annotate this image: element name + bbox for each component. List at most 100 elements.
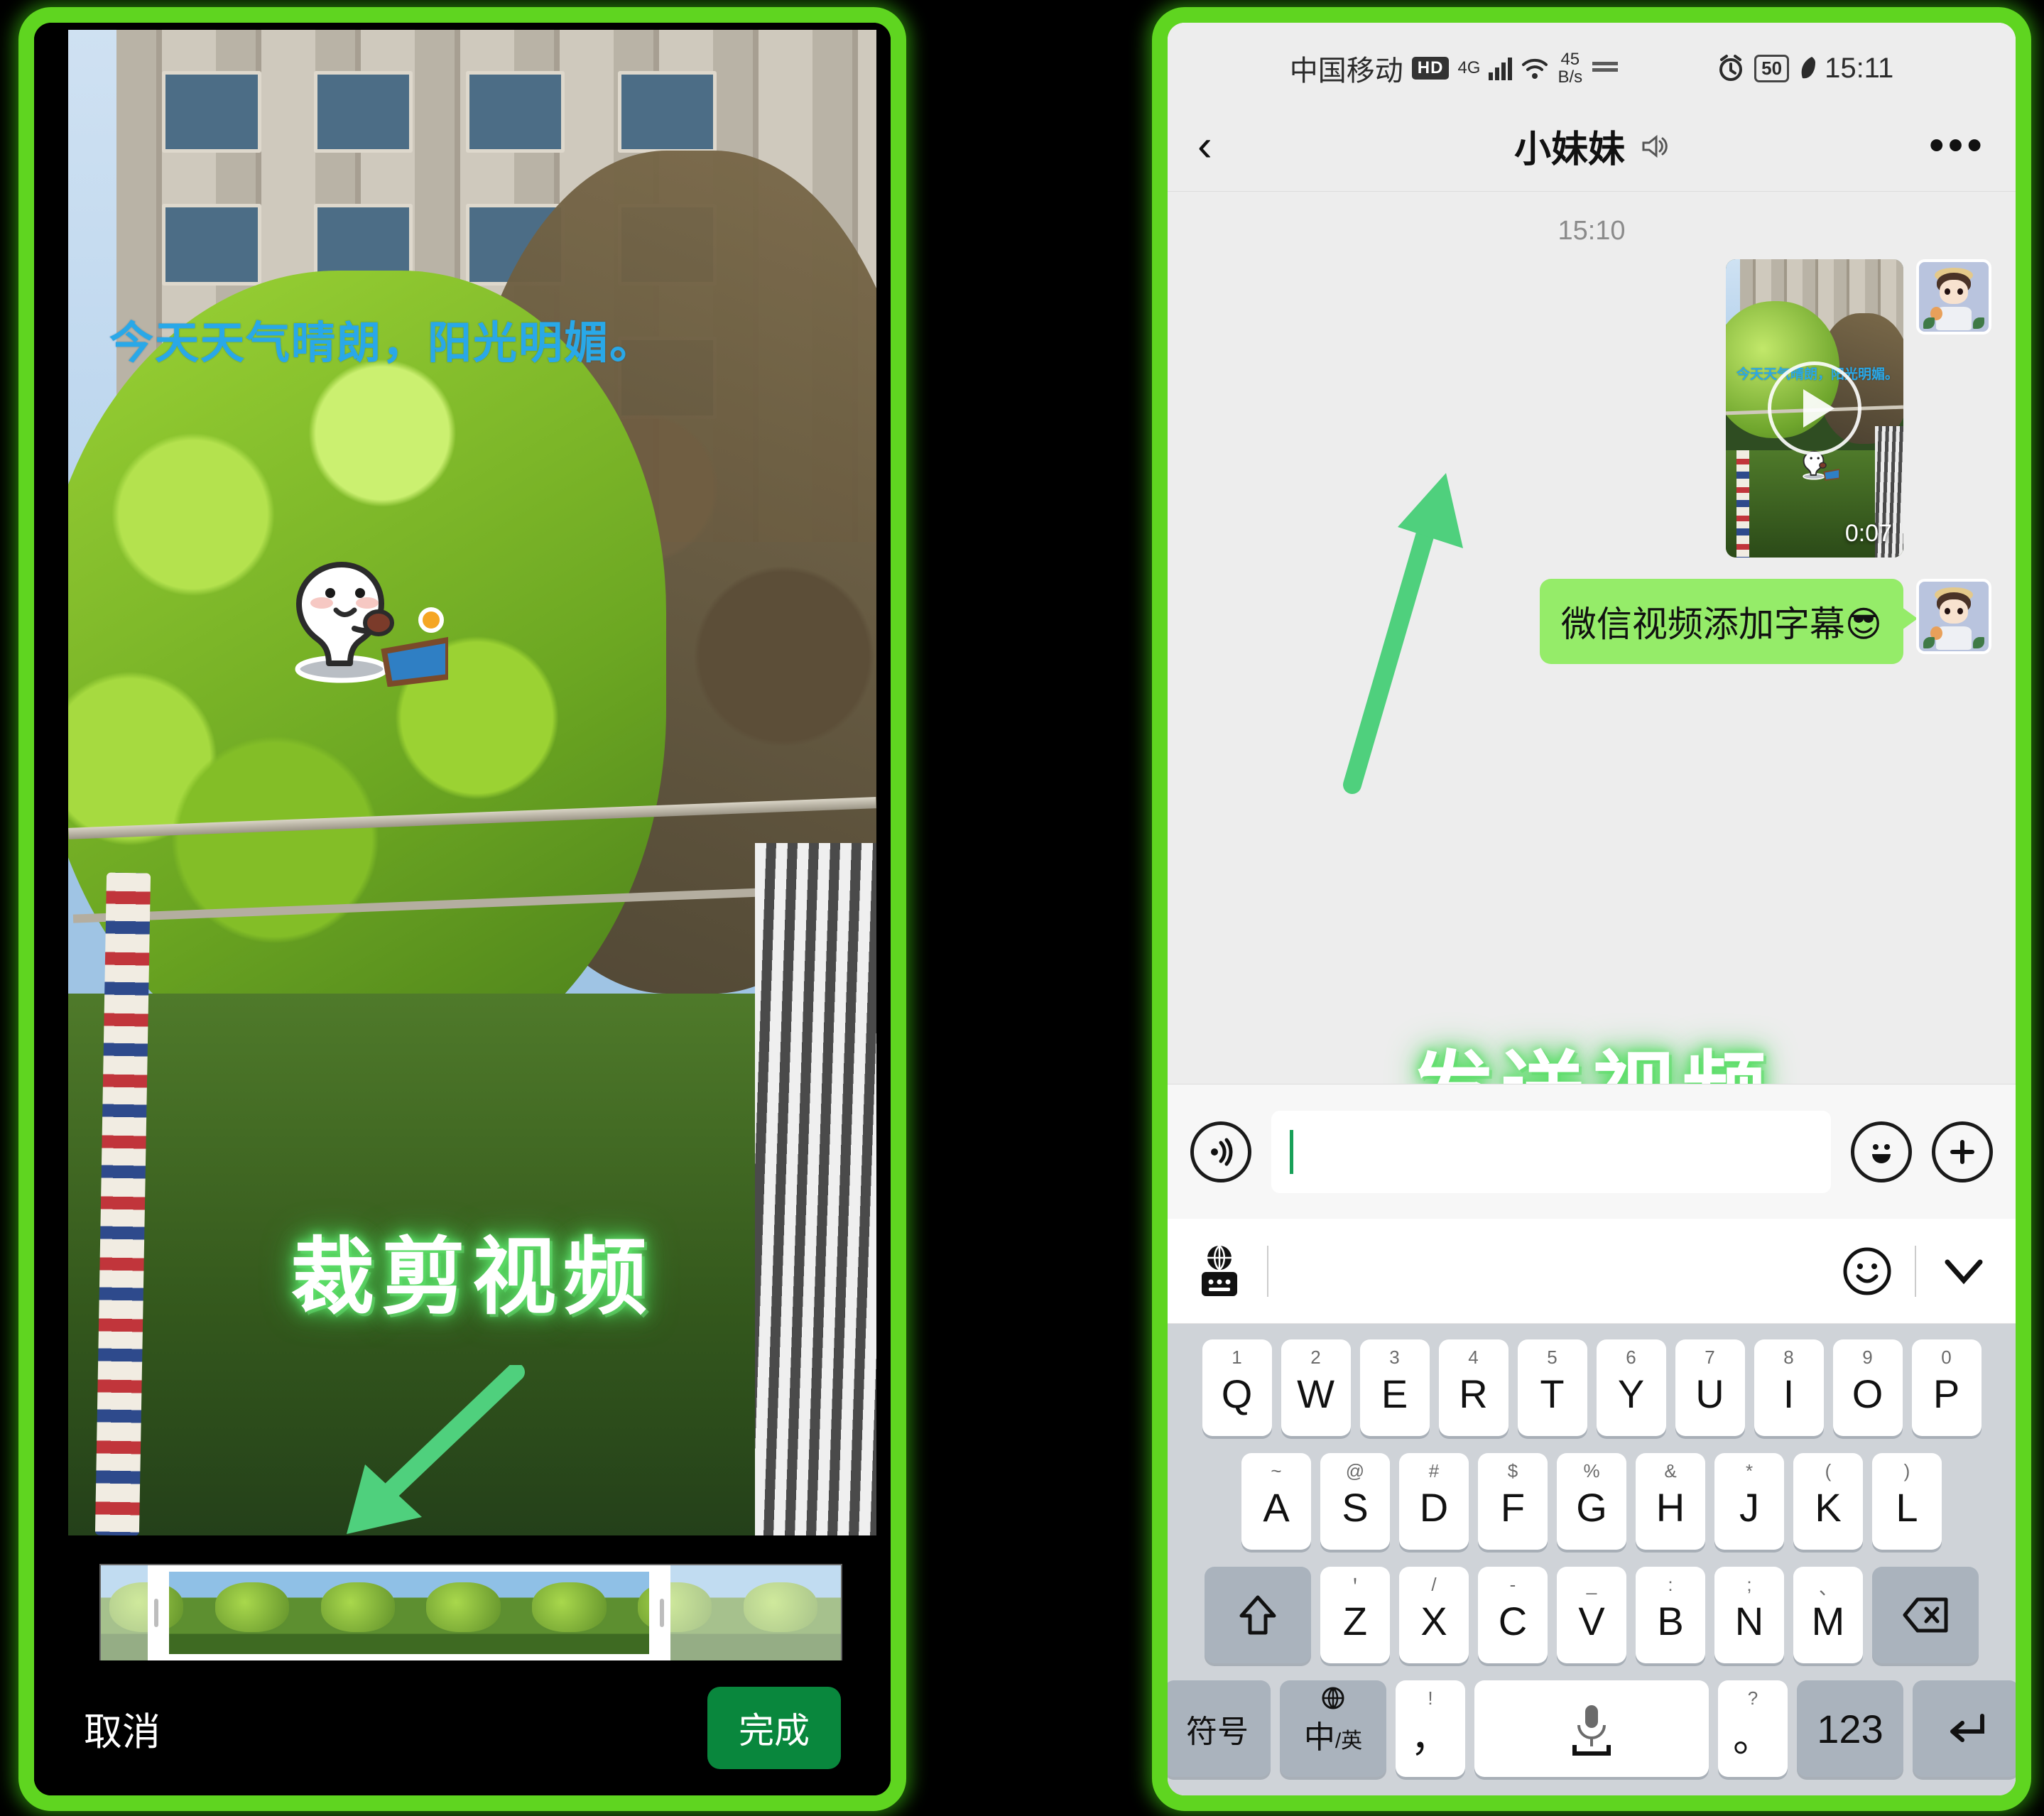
key-M[interactable]: 、 M: [1793, 1567, 1863, 1663]
speed-unit: B/s: [1558, 67, 1583, 87]
key-A[interactable]: ~ A: [1241, 1453, 1311, 1550]
key-S[interactable]: @ S: [1320, 1453, 1390, 1550]
key-D[interactable]: # D: [1399, 1453, 1469, 1550]
period-key[interactable]: ? 。: [1718, 1680, 1788, 1777]
key-V[interactable]: _ V: [1557, 1567, 1626, 1663]
language-toggle-key[interactable]: 中/英: [1280, 1680, 1386, 1777]
signal-bars-icon: [1489, 56, 1513, 80]
chevron-down-icon[interactable]: [1937, 1252, 1990, 1290]
window: [162, 70, 261, 153]
key-label: E: [1381, 1371, 1408, 1416]
key-U[interactable]: 7U: [1675, 1339, 1745, 1436]
key-superscript: ~: [1271, 1460, 1282, 1481]
symbol-key[interactable]: 符号: [1168, 1680, 1271, 1777]
key-superscript: &: [1664, 1460, 1677, 1481]
video-trim-timeline[interactable]: [99, 1564, 842, 1662]
emoji-smile-icon[interactable]: [1851, 1121, 1912, 1182]
play-icon[interactable]: [1768, 361, 1861, 455]
key-C[interactable]: -C: [1478, 1567, 1548, 1663]
key-W[interactable]: 2W: [1281, 1339, 1351, 1436]
key-X[interactable]: / X: [1399, 1567, 1469, 1663]
key-K[interactable]: (K: [1793, 1453, 1863, 1550]
key-superscript: 2: [1310, 1347, 1321, 1368]
key-I[interactable]: 8I: [1754, 1339, 1824, 1436]
key-superscript: %: [1583, 1460, 1600, 1481]
key-N[interactable]: ; N: [1714, 1567, 1784, 1663]
comma-key[interactable]: ! ，: [1396, 1680, 1465, 1777]
chat-message-list[interactable]: 15:10 今天天气晴朗，阳光明媚。 0:07 微信视频添加字幕😎: [1168, 192, 2016, 1084]
more-horizontal-icon[interactable]: •••: [1929, 124, 1986, 167]
key-J[interactable]: * J: [1714, 1453, 1784, 1550]
screenshot-stage: 今天天气晴朗，阳光明媚。 裁剪视频 取消 完成 中国移动 HD 4G 45 B/…: [0, 0, 2044, 1816]
timeline-thumb: [312, 1565, 418, 1660]
key-superscript: _: [1586, 1574, 1597, 1595]
chat-title-group: 小妹妹: [1168, 119, 2016, 173]
network-type-label: 4G: [1457, 58, 1481, 77]
key-label: I: [1783, 1371, 1795, 1416]
wifi-icon: [1522, 58, 1548, 79]
window: [466, 70, 565, 153]
key-Q[interactable]: 1Q: [1202, 1339, 1272, 1436]
avatar[interactable]: [1916, 579, 1991, 654]
done-button[interactable]: 完成: [707, 1687, 841, 1769]
key-superscript: 1: [1232, 1347, 1242, 1368]
trim-dim-right: [670, 1565, 841, 1660]
key-superscript: 3: [1389, 1347, 1400, 1368]
key-Y[interactable]: 6Y: [1596, 1339, 1666, 1436]
key-superscript: ＇: [1345, 1577, 1364, 1599]
globe-keyboard-icon[interactable]: [1193, 1242, 1246, 1300]
key-label: O: [1852, 1371, 1883, 1416]
message-row-video: 今天天气晴朗，阳光明媚。 0:07: [1192, 259, 1991, 558]
key-H[interactable]: & H: [1636, 1453, 1705, 1550]
key-label: A: [1263, 1484, 1290, 1530]
key-label: H: [1656, 1484, 1685, 1530]
message-input-field[interactable]: [1271, 1110, 1831, 1193]
emoji-outline-icon[interactable]: [1841, 1245, 1893, 1298]
key-E[interactable]: 3E: [1359, 1339, 1430, 1436]
video-message-bubble[interactable]: 今天天气晴朗，阳光明媚。 0:07: [1726, 259, 1903, 558]
key-R[interactable]: 4R: [1438, 1339, 1508, 1436]
divider: [1267, 1245, 1268, 1297]
status-bar: 中国移动 HD 4G 45 B/s 50 15:11: [1168, 23, 2016, 101]
text-message-bubble[interactable]: 微信视频添加字幕😎: [1539, 579, 1918, 664]
key-F[interactable]: $ F: [1478, 1453, 1548, 1550]
video-subtitle-overlay: 今天天气晴朗，阳光明媚。: [109, 319, 656, 368]
key-superscript: :: [1668, 1574, 1673, 1595]
crop-video-annotation: 裁剪视频: [290, 1231, 654, 1325]
key-superscript: ;: [1746, 1574, 1752, 1595]
key-O[interactable]: 9O: [1832, 1339, 1903, 1436]
plus-circle-icon[interactable]: [1932, 1121, 1993, 1182]
key-T[interactable]: 5T: [1517, 1339, 1587, 1436]
avatar[interactable]: [1916, 259, 1991, 335]
key-label: X: [1420, 1598, 1447, 1643]
ping-pong-sticker: [295, 562, 448, 687]
key-superscript: $: [1507, 1460, 1518, 1481]
chat-input-bar: [1168, 1084, 2016, 1219]
key-superscript: @: [1345, 1460, 1365, 1481]
key-B[interactable]: :B: [1636, 1567, 1705, 1663]
space-bar[interactable]: [1474, 1680, 1709, 1777]
send-video-annotation: 发送视频: [1168, 1023, 2016, 1084]
key-G[interactable]: % G: [1557, 1453, 1626, 1550]
keyboard-row-4: 符号 中/英 ! ， ? 。 123: [1168, 1680, 2016, 1777]
key-label: W: [1297, 1371, 1334, 1416]
cancel-button[interactable]: 取消: [84, 1700, 161, 1756]
backspace-icon[interactable]: [1872, 1567, 1979, 1663]
enter-return-icon[interactable]: [1913, 1680, 2016, 1777]
key-P[interactable]: 0P: [1911, 1339, 1982, 1436]
shift-arrow-icon[interactable]: [1205, 1567, 1311, 1663]
key-superscript: 5: [1547, 1347, 1558, 1368]
chat-navbar: ‹ 小妹妹 •••: [1168, 101, 2016, 192]
numbers-key[interactable]: 123: [1797, 1680, 1903, 1777]
key-label: P: [1932, 1371, 1960, 1416]
video-trim-editor: 今天天气晴朗，阳光明媚。 裁剪视频 取消 完成: [34, 23, 891, 1795]
key-Z[interactable]: ＇ Z: [1320, 1567, 1390, 1663]
key-label: F: [1500, 1484, 1526, 1530]
ime-candidate-bar: [1168, 1219, 2016, 1324]
window: [314, 70, 413, 153]
key-L[interactable]: ) L: [1872, 1453, 1942, 1550]
video-preview[interactable]: 今天天气晴朗，阳光明媚。 裁剪视频: [68, 30, 876, 1535]
key-superscript: 9: [1862, 1347, 1873, 1368]
striped-curtain: [755, 842, 876, 1535]
voice-wave-icon[interactable]: [1190, 1121, 1251, 1182]
